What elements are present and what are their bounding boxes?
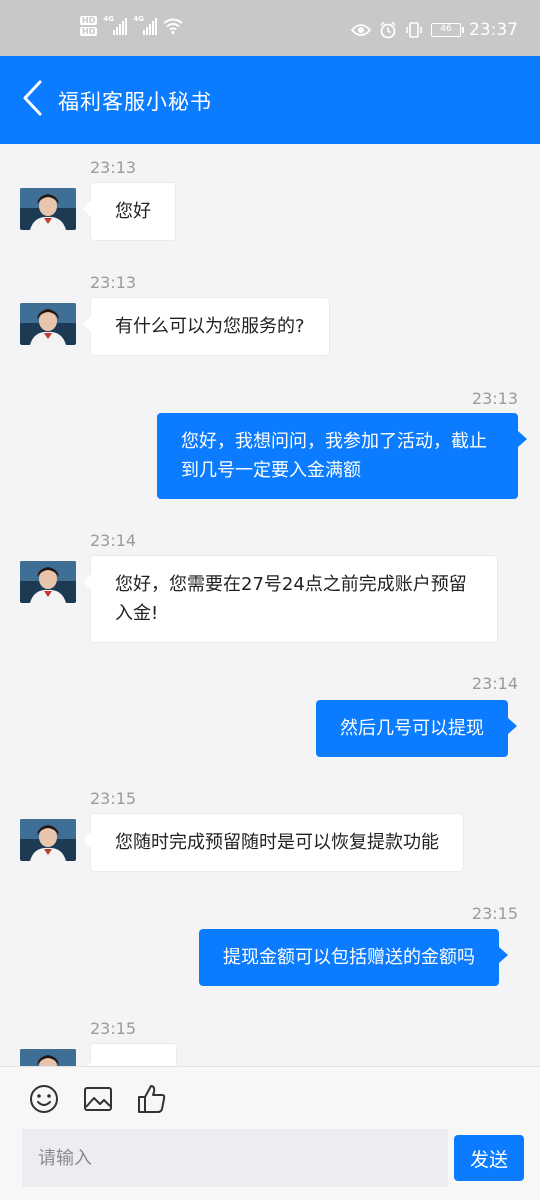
- battery-icon: 46: [431, 23, 464, 37]
- avatar[interactable]: [20, 819, 76, 861]
- hd-badge: HD: [80, 27, 98, 36]
- thumbs-up-icon[interactable]: [136, 1083, 168, 1115]
- chat-header: 福利客服小秘书: [0, 56, 540, 144]
- back-arrow-icon[interactable]: [20, 78, 46, 118]
- message-time: 23:14: [90, 531, 137, 550]
- message-time: 23:15: [90, 1019, 137, 1038]
- incoming-message: 有什么可以为您服务的?: [83, 297, 330, 356]
- send-button[interactable]: 发送: [454, 1135, 524, 1181]
- message-time: 23:13: [471, 389, 518, 408]
- clock: 23:37: [469, 20, 518, 40]
- status-bar: HD HD 4G 4G 46 23:37: [0, 0, 540, 56]
- status-left: HD HD 4G 4G: [80, 15, 183, 36]
- avatar[interactable]: [20, 188, 76, 230]
- message-time: 23:15: [90, 789, 137, 808]
- message-time: 23:14: [471, 674, 518, 693]
- emoji-icon[interactable]: [28, 1083, 60, 1115]
- eye-icon: [351, 24, 371, 36]
- signal-icon: 4G: [103, 15, 128, 35]
- message-time: 23:13: [90, 158, 137, 177]
- image-icon[interactable]: [82, 1083, 114, 1115]
- status-right: 46 23:37: [351, 20, 518, 40]
- vibrate-icon: [406, 22, 422, 38]
- network-type: 4G: [133, 15, 144, 23]
- message-input[interactable]: [22, 1129, 448, 1187]
- input-bar: 发送: [0, 1066, 540, 1200]
- outgoing-message: 提现金额可以包括赠送的金额吗: [199, 929, 508, 986]
- incoming-message: 您好，您需要在27号24点之前完成账户预留入金!: [83, 555, 498, 643]
- network-type: 4G: [103, 15, 114, 23]
- incoming-message: 您随时完成预留随时是可以恢复提款功能: [83, 813, 464, 872]
- page-title: 福利客服小秘书: [58, 90, 212, 114]
- incoming-message: 您好: [83, 182, 176, 241]
- outgoing-message: 您好，我想问问，我参加了活动，截止到几号一定要入金满额: [157, 413, 527, 499]
- outgoing-message: 然后几号可以提现: [316, 700, 517, 757]
- hd-badge: HD: [80, 16, 98, 25]
- hd-indicator: HD HD: [80, 16, 98, 36]
- avatar[interactable]: [20, 561, 76, 603]
- signal-icon: 4G: [133, 15, 158, 35]
- wifi-icon: [163, 18, 183, 34]
- alarm-icon: [380, 21, 396, 39]
- message-time: 23:15: [471, 904, 518, 923]
- message-time: 23:13: [90, 273, 137, 292]
- avatar[interactable]: [20, 303, 76, 345]
